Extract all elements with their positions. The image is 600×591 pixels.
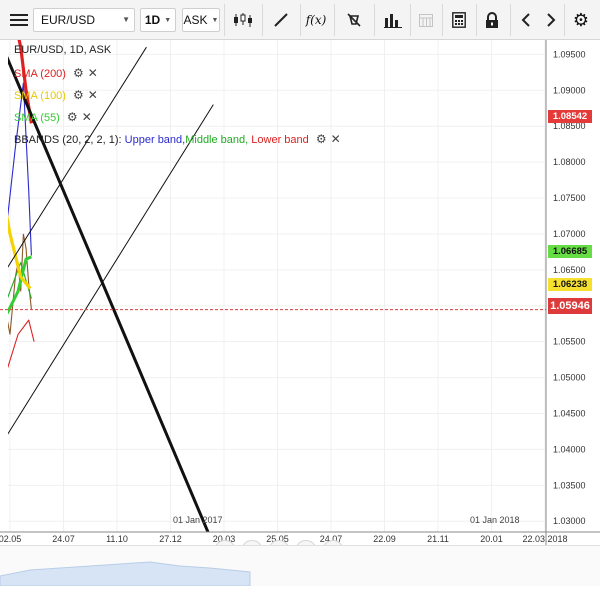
function-icon[interactable]: f(x)	[302, 8, 330, 32]
y-tick-label: 1.09500	[553, 49, 586, 59]
calendar-icon	[412, 8, 440, 32]
legend-sma200[interactable]: SMA (200) ⚙ ✕	[14, 66, 98, 80]
legend-sma55[interactable]: SMA (55) ⚙ ✕	[14, 110, 92, 124]
symbol-select[interactable]: EUR/USD ▼	[33, 8, 135, 32]
volume-bars-icon[interactable]	[378, 8, 408, 32]
gear-icon[interactable]: ⚙	[316, 132, 327, 146]
y-tick-label: 1.04000	[553, 444, 586, 454]
sma200-label: SMA (200)	[14, 68, 66, 80]
legend-bbands[interactable]: BBANDS (20, 2, 2, 1): Upper band,Middle …	[14, 132, 341, 146]
legend-sma100[interactable]: SMA (100) ⚙ ✕	[14, 88, 98, 102]
close-icon[interactable]: ✕	[88, 88, 98, 102]
x-tick-label: 22.03.2018	[522, 534, 567, 544]
sma55-label: SMA (55)	[14, 112, 60, 124]
x-tick-label: 21.11	[427, 534, 449, 544]
navigator-strip[interactable]	[0, 545, 600, 587]
y-tick-label: 1.05500	[553, 337, 586, 347]
x-tick-label: 24.07	[52, 534, 75, 544]
draw-line-icon[interactable]	[266, 8, 296, 32]
x-tick-label: 11.10	[106, 534, 128, 544]
x-tick-label: 20.01	[480, 534, 503, 544]
price-type-label: ASK	[183, 13, 208, 27]
sma100-label: SMA (100)	[14, 90, 66, 102]
bbands-label: BBANDS (20, 2, 2, 1):	[14, 134, 122, 146]
sma55-price-tag: 1.06685	[548, 245, 592, 258]
interval-select[interactable]: 1D ▼	[140, 8, 176, 32]
year-2018-label: 01 Jan 2018	[470, 515, 520, 525]
year-2017-label: 01 Jan 2017	[173, 515, 223, 525]
interval-label: 1D	[144, 13, 161, 27]
toolbar: EUR/USD ▼ 1D ▼ ASK ▼ f(x) ⚙	[0, 0, 600, 40]
last-price-tag: 1.05946	[548, 298, 592, 314]
y-tick-label: 1.04500	[553, 408, 586, 418]
y-tick-label: 1.03500	[553, 480, 586, 490]
x-tick-label: 02.05	[0, 534, 21, 544]
instrument-label: EUR/USD, 1D, ASK	[14, 44, 112, 56]
close-icon[interactable]: ✕	[88, 66, 98, 80]
arrow-right-icon[interactable]	[540, 8, 562, 32]
gear-icon[interactable]: ⚙	[568, 8, 594, 32]
y-tick-label: 1.06500	[553, 265, 586, 275]
sma200-price-tag: 1.08542	[548, 110, 592, 123]
symbol-label: EUR/USD	[41, 13, 96, 27]
no-magnet-icon[interactable]	[338, 8, 370, 32]
x-tick-label: 27.12	[159, 534, 182, 544]
x-tick-label: 22.09	[373, 534, 396, 544]
chevron-down-icon: ▼	[211, 16, 219, 24]
y-tick-label: 1.08000	[553, 157, 586, 167]
chevron-down-icon: ▼	[164, 16, 172, 24]
y-tick-label: 1.07000	[553, 229, 586, 239]
lock-icon[interactable]	[478, 8, 506, 32]
trendline-2[interactable]	[0, 104, 214, 525]
y-tick-label: 1.05000	[553, 373, 586, 383]
gear-icon[interactable]: ⚙	[73, 88, 84, 102]
candlestick-icon[interactable]	[228, 8, 258, 32]
menu-icon[interactable]	[6, 8, 32, 32]
gear-icon[interactable]: ⚙	[73, 66, 84, 80]
arrow-left-icon[interactable]	[514, 8, 538, 32]
middle-band-label: Middle band,	[185, 134, 249, 146]
close-icon[interactable]: ✕	[82, 110, 92, 124]
chevron-down-icon: ▼	[122, 15, 130, 24]
chart-area[interactable]: 02.05 24.07 11.10 27.12 20.03 25.05 24.07 22.09…	[0, 40, 600, 562]
navigator-preview	[0, 561, 251, 587]
legend-instrument: EUR/USD, 1D, ASK	[14, 44, 111, 56]
price-type-select[interactable]: ASK ▼	[182, 8, 220, 32]
y-tick-label: 1.09000	[553, 85, 586, 95]
calculator-icon[interactable]	[444, 8, 474, 32]
lower-band-label: Lower band	[251, 134, 309, 146]
upper-band-label: Upper band,	[124, 134, 186, 146]
gear-icon[interactable]: ⚙	[67, 110, 78, 124]
y-tick-label: 1.03000	[553, 516, 586, 526]
sma100-price-tag: 1.06238	[548, 278, 592, 291]
y-tick-label: 1.07500	[553, 193, 586, 203]
close-icon[interactable]: ✕	[331, 132, 341, 146]
